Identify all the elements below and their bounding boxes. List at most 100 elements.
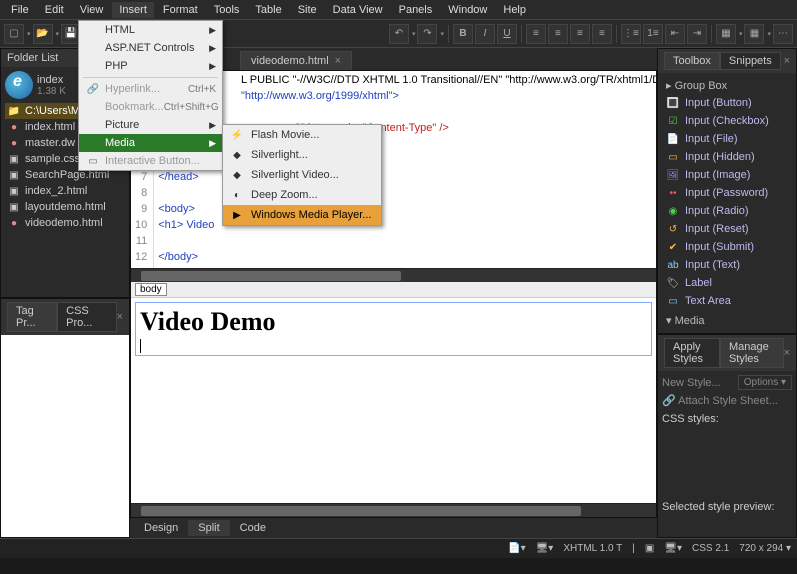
options-button[interactable]: Options ▾ — [738, 375, 792, 390]
view-tab-code[interactable]: Code — [230, 520, 276, 536]
toolbox-item[interactable]: ▭Text Area — [662, 292, 792, 310]
toolbox-item[interactable]: ▭Input (Hidden) — [662, 148, 792, 166]
toolbox-item[interactable]: 🔳Input (Button) — [662, 94, 792, 112]
align-right-button[interactable]: ≡ — [570, 24, 590, 44]
separator — [521, 25, 522, 43]
table-button[interactable]: ▦ — [744, 24, 764, 44]
status-doctype[interactable]: XHTML 1.0 T — [563, 543, 622, 554]
bold-button[interactable]: B — [453, 24, 473, 44]
submenu-item-silverlight-[interactable]: ◆Silverlight... — [223, 145, 381, 165]
toolbox-item[interactable]: ↺Input (Reset) — [662, 220, 792, 238]
horizontal-scrollbar[interactable] — [131, 268, 656, 282]
borders-button[interactable]: ▦ — [716, 24, 736, 44]
toolbox-item[interactable]: 🖼Input (Image) — [662, 166, 792, 184]
close-icon[interactable]: × — [784, 347, 790, 359]
menu-item-media[interactable]: Media▶ — [79, 134, 222, 152]
new-style-link[interactable]: New Style... — [662, 377, 721, 389]
file-icon: ● — [7, 120, 21, 134]
file-item[interactable]: ●videodemo.html — [5, 215, 125, 231]
menu-help[interactable]: Help — [496, 2, 533, 18]
file-item[interactable]: ▣layoutdemo.html — [5, 199, 125, 215]
menu-data-view[interactable]: Data View — [326, 2, 390, 18]
tab-snippets[interactable]: Snippets — [720, 52, 781, 70]
toolbox-media-header[interactable]: ▾ Media — [662, 312, 792, 329]
close-icon[interactable]: × — [784, 55, 790, 67]
underline-button[interactable]: U — [497, 24, 517, 44]
toolbox-item[interactable]: abInput (Text) — [662, 256, 792, 274]
align-left-button[interactable]: ≡ — [526, 24, 546, 44]
menu-view[interactable]: View — [73, 2, 111, 18]
outdent-button[interactable]: ⇤ — [665, 24, 685, 44]
menu-window[interactable]: Window — [441, 2, 494, 18]
bullets-button[interactable]: ⋮≡ — [621, 24, 641, 44]
toolbox-item-icon: 🏷 — [666, 276, 680, 290]
toolbox-item-icon: ◉ — [666, 204, 680, 218]
media-submenu-popup: ⚡Flash Movie...◆Silverlight...◆Silverlig… — [222, 124, 382, 226]
tab-manage-styles[interactable]: Manage Styles — [720, 338, 784, 368]
tab-css-pro-[interactable]: CSS Pro... — [57, 302, 116, 332]
menu-item-html[interactable]: HTML▶ — [79, 21, 222, 39]
status-css[interactable]: CSS 2.1 — [692, 543, 729, 554]
toolbox-group-header[interactable]: ▸ Group Box — [662, 77, 792, 94]
menu-tools[interactable]: Tools — [207, 2, 247, 18]
attach-stylesheet-link[interactable]: 🔗 Attach Style Sheet... — [662, 395, 778, 407]
menu-format[interactable]: Format — [156, 2, 205, 18]
menu-edit[interactable]: Edit — [38, 2, 71, 18]
close-icon[interactable]: × — [335, 55, 341, 67]
toolbox-item[interactable]: 📄Input (File) — [662, 130, 792, 148]
file-item[interactable]: ▣index_2.html — [5, 183, 125, 199]
menu-site[interactable]: Site — [291, 2, 324, 18]
view-mode-tabs: DesignSplitCode — [130, 518, 657, 538]
toolbox-item-icon: ☑ — [666, 114, 680, 128]
root-file-size: 1.38 K — [37, 86, 66, 97]
toolbox-item[interactable]: 🏷Label — [662, 274, 792, 292]
menu-item-asp-net-controls[interactable]: ASP.NET Controls▶ — [79, 39, 222, 57]
menu-insert[interactable]: Insert — [112, 2, 154, 18]
menu-file[interactable]: File — [4, 2, 36, 18]
toolbox-item[interactable]: ☑Input (Checkbox) — [662, 112, 792, 130]
document-tab[interactable]: videodemo.html × — [240, 51, 352, 70]
view-tab-split[interactable]: Split — [188, 520, 229, 536]
status-icon[interactable]: 🖥▾ — [536, 543, 554, 554]
menu-panels[interactable]: Panels — [392, 2, 440, 18]
view-tab-design[interactable]: Design — [134, 520, 188, 536]
toolbox-item[interactable]: ✔Input (Submit) — [662, 238, 792, 256]
new-button[interactable]: ▢ — [4, 24, 24, 44]
status-icon[interactable]: ▣ — [645, 543, 654, 554]
toolbox-item[interactable]: ◉Input (Radio) — [662, 202, 792, 220]
status-dimensions[interactable]: 720 x 294 ▾ — [739, 543, 791, 554]
toolbox-item-icon: •• — [666, 186, 680, 200]
tab-apply-styles[interactable]: Apply Styles — [664, 338, 720, 368]
horizontal-scrollbar[interactable] — [131, 503, 656, 517]
status-icon[interactable]: 🖥▾ — [664, 543, 682, 554]
menu-item-interactive-button-: ▭Interactive Button... — [79, 152, 222, 170]
numbering-button[interactable]: 1≡ — [643, 24, 663, 44]
redo-button[interactable]: ↷ — [417, 24, 437, 44]
toolbox-panel: ToolboxSnippets × ▸ Group Box 🔳Input (Bu… — [657, 48, 797, 334]
submenu-item-silverlight-video-[interactable]: ◆Silverlight Video... — [223, 165, 381, 185]
tab-tag-pr-[interactable]: Tag Pr... — [7, 302, 57, 332]
statusbar: 📄▾ 🖥▾ XHTML 1.0 T | ▣ 🖥▾ CSS 2.1 720 x 2… — [0, 538, 797, 558]
close-icon[interactable]: × — [117, 311, 123, 323]
indent-button[interactable]: ⇥ — [687, 24, 707, 44]
open-button[interactable]: 📂 — [33, 24, 53, 44]
align-center-button[interactable]: ≡ — [548, 24, 568, 44]
submenu-item-flash-movie-[interactable]: ⚡Flash Movie... — [223, 125, 381, 145]
italic-button[interactable]: I — [475, 24, 495, 44]
tab-toolbox[interactable]: Toolbox — [664, 52, 720, 70]
status-icon[interactable]: 📄▾ — [508, 543, 525, 554]
align-justify-button[interactable]: ≡ — [592, 24, 612, 44]
toolbox-item-icon: 🖼 — [666, 168, 680, 182]
menu-item-picture[interactable]: Picture▶ — [79, 116, 222, 134]
design-view[interactable]: Video Demo — [131, 298, 656, 503]
menu-item-php[interactable]: PHP▶ — [79, 57, 222, 75]
undo-button[interactable]: ↶ — [389, 24, 409, 44]
menu-table[interactable]: Table — [248, 2, 288, 18]
submenu-item-deep-zoom-[interactable]: ◐Deep Zoom... — [223, 185, 381, 205]
submenu-item-windows-media-player-[interactable]: ▶Windows Media Player... — [223, 205, 381, 225]
file-icon: ▣ — [7, 168, 21, 182]
more-button[interactable]: ⋯ — [773, 24, 793, 44]
file-icon: ● — [7, 136, 21, 150]
tag-breadcrumb[interactable]: body — [131, 282, 656, 298]
toolbox-item[interactable]: ••Input (Password) — [662, 184, 792, 202]
